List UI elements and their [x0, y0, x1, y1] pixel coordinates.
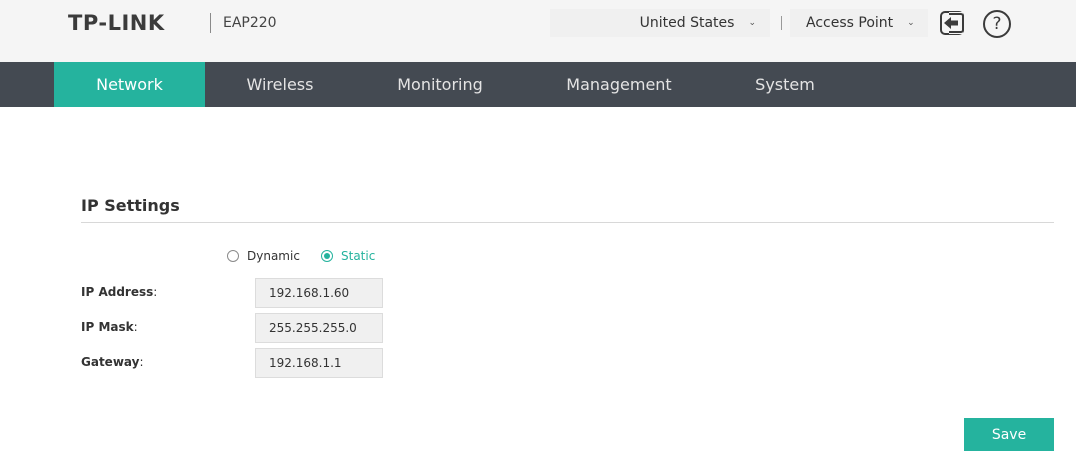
header-bar: TP-LINK EAP220 United States ⌄ Access Po… — [0, 0, 1076, 62]
logout-icon[interactable] — [939, 10, 965, 36]
tab-monitoring[interactable]: Monitoring — [385, 62, 495, 107]
label-colon: : — [139, 355, 144, 369]
ip-mask-input[interactable] — [255, 313, 383, 343]
ip-address-label: IP Address: — [81, 285, 157, 299]
device-model: EAP220 — [223, 15, 277, 31]
ip-address-label-text: IP Address — [81, 285, 154, 299]
logo-divider — [210, 13, 211, 33]
label-colon: : — [133, 320, 138, 334]
mode-select[interactable]: Access Point ⌄ — [790, 9, 928, 37]
gateway-label: Gateway: — [81, 355, 144, 369]
country-select-value: United States — [639, 15, 735, 31]
chevron-down-icon: ⌄ — [748, 18, 756, 28]
label-colon: : — [153, 285, 158, 299]
save-button[interactable]: Save — [964, 418, 1054, 451]
radio-dynamic[interactable]: Dynamic — [227, 249, 300, 263]
radio-label-static: Static — [341, 249, 376, 263]
section-title-ip-settings: IP Settings — [81, 196, 180, 215]
radio-static[interactable]: Static — [321, 249, 375, 263]
tab-wireless[interactable]: Wireless — [230, 62, 330, 107]
country-select[interactable]: United States ⌄ — [550, 9, 770, 37]
chevron-down-icon: ⌄ — [907, 18, 915, 28]
mode-select-value: Access Point — [806, 15, 894, 31]
radio-circle-static[interactable] — [321, 250, 333, 262]
gateway-label-text: Gateway — [81, 355, 140, 369]
ip-mask-label-text: IP Mask — [81, 320, 134, 334]
tab-system[interactable]: System — [740, 62, 830, 107]
section-divider — [81, 222, 1054, 223]
ip-address-input[interactable] — [255, 278, 383, 308]
radio-label-dynamic: Dynamic — [247, 249, 300, 263]
help-icon[interactable]: ? — [983, 10, 1011, 38]
main-nav: Network Wireless Monitoring Management S… — [0, 62, 1076, 107]
tab-network[interactable]: Network — [54, 62, 205, 107]
brand-logo: TP-LINK — [68, 11, 165, 35]
header-separator — [781, 16, 782, 30]
tab-management[interactable]: Management — [555, 62, 683, 107]
radio-circle-dynamic[interactable] — [227, 250, 239, 262]
gateway-input[interactable] — [255, 348, 383, 378]
ip-mask-label: IP Mask: — [81, 320, 138, 334]
